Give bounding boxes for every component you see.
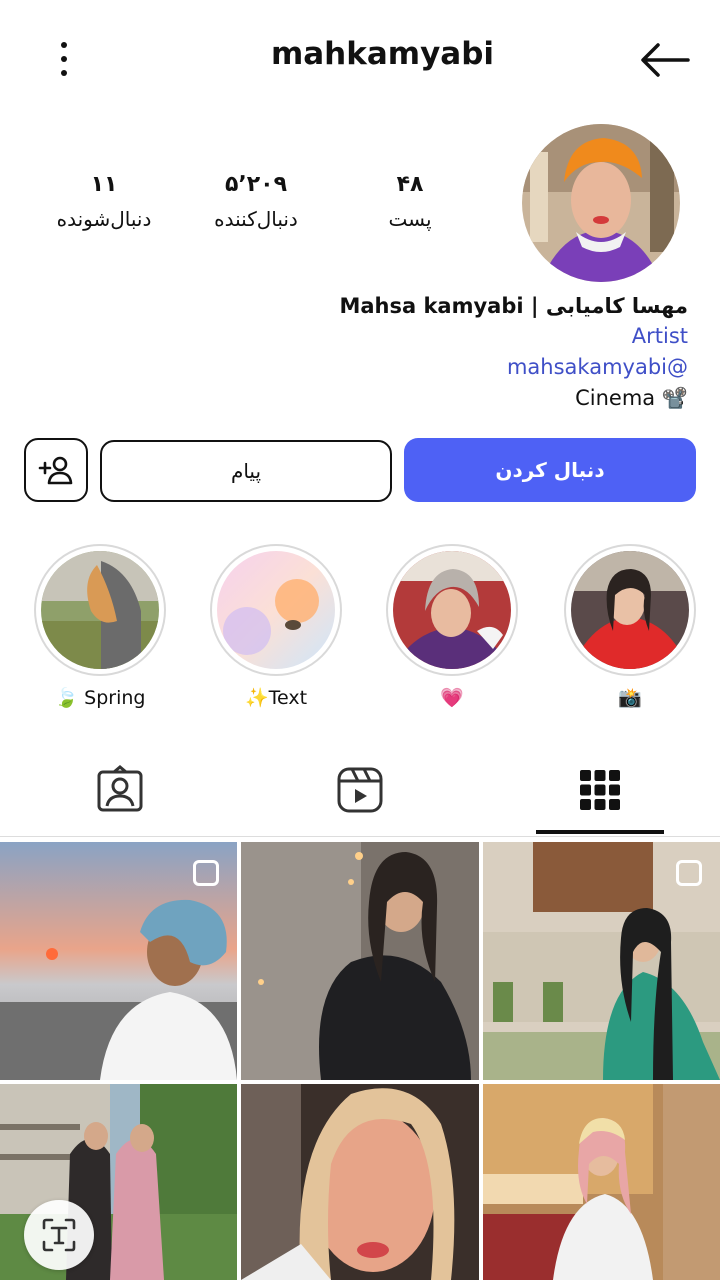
add-person-icon bbox=[38, 456, 73, 485]
highlight-label: ✨Text bbox=[244, 687, 308, 709]
stat-following-value: ۱۱ bbox=[90, 172, 118, 197]
profile-category: Artist bbox=[631, 324, 688, 348]
highlight-label: 🍃 Spring bbox=[54, 687, 146, 709]
highlight-item[interactable]: 📸 bbox=[560, 544, 700, 709]
profile-bio-line: Cinema 📽️ bbox=[575, 386, 688, 410]
text-recognition-button[interactable] bbox=[24, 1200, 94, 1270]
posts-grid-tab-icon[interactable] bbox=[574, 764, 626, 816]
stat-following[interactable]: ۱۱ دنبال‌شونده bbox=[44, 172, 164, 231]
highlight-item[interactable]: 🍃 Spring bbox=[30, 544, 170, 709]
stat-posts-value: ۴۸ bbox=[396, 172, 424, 197]
reels-tab-icon[interactable] bbox=[334, 764, 386, 816]
profile-avatar[interactable] bbox=[520, 122, 682, 284]
profile-username: mahkamyabi bbox=[270, 36, 495, 72]
highlight-label: 📸 bbox=[618, 687, 642, 709]
highlight-item[interactable]: 💗 bbox=[382, 544, 522, 709]
post-thumbnail[interactable] bbox=[0, 842, 237, 1080]
back-arrow-icon[interactable] bbox=[638, 40, 690, 80]
stat-followers[interactable]: ۵٬۲۰۹ دنبال‌کننده bbox=[196, 172, 316, 231]
profile-handle-link[interactable]: mahsakamyabi@ bbox=[507, 355, 688, 379]
multiple-posts-icon bbox=[676, 860, 702, 886]
suggest-people-button[interactable] bbox=[24, 438, 88, 502]
highlight-item[interactable]: ✨Text bbox=[206, 544, 346, 709]
stat-posts[interactable]: ۴۸ پست bbox=[352, 172, 468, 231]
stat-posts-label: پست bbox=[388, 207, 432, 231]
highlight-label: 💗 bbox=[440, 687, 464, 709]
post-thumbnail[interactable] bbox=[241, 842, 479, 1080]
tab-divider bbox=[0, 836, 720, 837]
message-button[interactable]: پیام bbox=[100, 440, 392, 502]
post-thumbnail[interactable] bbox=[483, 1084, 720, 1280]
text-recognition-icon bbox=[42, 1218, 76, 1252]
stat-followers-label: دنبال‌کننده bbox=[214, 207, 298, 231]
tagged-tab-icon[interactable] bbox=[94, 764, 146, 816]
active-tab-indicator bbox=[536, 830, 664, 834]
stat-followers-value: ۵٬۲۰۹ bbox=[224, 172, 288, 197]
multiple-posts-icon bbox=[193, 860, 219, 886]
post-thumbnail[interactable] bbox=[483, 842, 720, 1080]
stat-following-label: دنبال‌شونده bbox=[56, 207, 152, 231]
follow-button[interactable]: دنبال کردن bbox=[404, 438, 696, 502]
post-thumbnail[interactable] bbox=[241, 1084, 479, 1280]
profile-name: Mahsa kamyabi | مهسا کامیابی bbox=[339, 294, 688, 318]
